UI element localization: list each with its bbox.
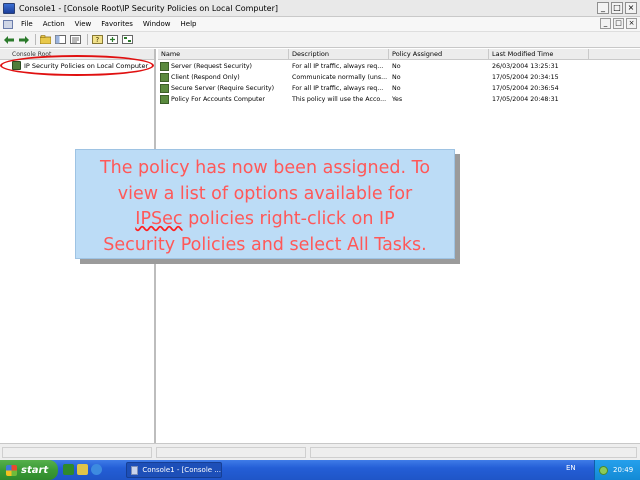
table-row[interactable]: Secure Server (Require Security) For all… bbox=[158, 83, 640, 94]
menu-help[interactable]: Help bbox=[176, 20, 202, 28]
child-minimize-button[interactable]: _ bbox=[600, 18, 611, 29]
toolbar-separator bbox=[87, 34, 88, 45]
cell-policy-assigned: No bbox=[392, 74, 401, 81]
callout-ipsec-word: IPSec bbox=[135, 209, 183, 229]
cell-name: Server (Request Security) bbox=[171, 63, 253, 70]
cell-last-modified: 17/05/2004 20:34:15 bbox=[492, 74, 559, 81]
menu-window[interactable]: Window bbox=[138, 20, 176, 28]
taskbar-button-console1[interactable]: Console1 - [Console ... bbox=[126, 462, 222, 478]
help-icon[interactable]: ? bbox=[91, 34, 104, 46]
status-segment bbox=[156, 447, 306, 458]
cell-name: Policy For Accounts Computer bbox=[171, 96, 265, 103]
taskbar: start Console1 - [Console ... EN 20:49 bbox=[0, 460, 640, 480]
show-desktop-icon[interactable] bbox=[63, 464, 74, 475]
status-bar bbox=[0, 443, 640, 460]
child-window-controls: _ □ × bbox=[600, 18, 637, 29]
red-highlight-circle bbox=[0, 55, 154, 76]
callout-line-2: view a list of options available for bbox=[117, 183, 413, 204]
cell-last-modified: 17/05/2004 20:48:31 bbox=[492, 96, 559, 103]
cell-name: Client (Respond Only) bbox=[171, 74, 240, 81]
column-header-name[interactable]: Name bbox=[158, 49, 289, 60]
maximize-button[interactable]: □ bbox=[611, 2, 623, 14]
menu-file[interactable]: File bbox=[16, 20, 38, 28]
network-tray-icon[interactable] bbox=[599, 465, 608, 475]
child-close-button[interactable]: × bbox=[626, 18, 637, 29]
task-label: Console1 - [Console ... bbox=[142, 466, 221, 474]
cell-description: Communicate normally (uns... bbox=[292, 74, 388, 81]
start-button[interactable]: start bbox=[0, 460, 58, 480]
windows-explorer-icon[interactable] bbox=[77, 464, 88, 475]
up-folder-icon[interactable] bbox=[39, 34, 52, 46]
callout-line-4: Security Policies and select All Tasks. bbox=[103, 234, 427, 255]
cell-policy-assigned: No bbox=[392, 63, 401, 70]
status-segment bbox=[310, 447, 637, 458]
back-icon[interactable] bbox=[2, 34, 15, 46]
windows-logo-icon bbox=[6, 464, 17, 476]
export-list-icon[interactable] bbox=[69, 34, 82, 46]
table-row[interactable]: Client (Respond Only) Communicate normal… bbox=[158, 72, 640, 83]
system-tray: 20:49 bbox=[594, 460, 640, 480]
start-label: start bbox=[21, 464, 49, 476]
menu-favorites[interactable]: Favorites bbox=[96, 20, 138, 28]
cell-name: Secure Server (Require Security) bbox=[171, 85, 275, 92]
cell-description: For all IP traffic, always req... bbox=[292, 63, 384, 70]
tutorial-callout: The policy has now been assigned. To vie… bbox=[75, 149, 455, 259]
list-header: Name Description Policy Assigned Last Mo… bbox=[158, 49, 640, 60]
column-header-filler bbox=[589, 49, 640, 60]
cell-description: This policy will use the Acco... bbox=[292, 96, 387, 103]
window-title: Console1 - [Console Root\IP Security Pol… bbox=[19, 3, 278, 13]
console-menu-icon[interactable] bbox=[3, 19, 13, 29]
clock[interactable]: 20:49 bbox=[613, 466, 633, 474]
manage-filters-icon[interactable] bbox=[121, 34, 134, 46]
internet-explorer-icon[interactable] bbox=[91, 464, 102, 475]
column-header-last-modified[interactable]: Last Modified Time bbox=[489, 49, 589, 60]
toolbar-separator bbox=[35, 34, 36, 45]
window-controls: _ □ × bbox=[597, 2, 637, 14]
cell-description: For all IP traffic, always req... bbox=[292, 85, 384, 92]
cell-policy-assigned: No bbox=[392, 85, 401, 92]
callout-line-3: IPSec policies right-click on IP bbox=[82, 207, 448, 233]
show-hide-tree-icon[interactable] bbox=[54, 34, 67, 46]
callout-line-3-rest: policies right-click on IP bbox=[182, 209, 395, 229]
mmc-app-icon[interactable] bbox=[3, 2, 15, 14]
menu-action[interactable]: Action bbox=[38, 20, 70, 28]
language-indicator[interactable]: EN bbox=[566, 464, 576, 472]
forward-icon[interactable] bbox=[17, 34, 30, 46]
create-policy-icon[interactable] bbox=[106, 34, 119, 46]
status-segment bbox=[2, 447, 152, 458]
menu-bar: File Action View Favorites Window Help _… bbox=[0, 17, 640, 32]
toolbar: ? bbox=[0, 32, 640, 48]
close-button[interactable]: × bbox=[625, 2, 637, 14]
column-header-policy-assigned[interactable]: Policy Assigned bbox=[389, 49, 489, 60]
child-restore-button[interactable]: □ bbox=[613, 18, 624, 29]
console-task-icon bbox=[131, 465, 139, 475]
title-bar: Console1 - [Console Root\IP Security Pol… bbox=[0, 0, 640, 17]
cell-last-modified: 26/03/2004 13:25:31 bbox=[492, 63, 559, 70]
table-row[interactable]: Server (Request Security) For all IP tra… bbox=[158, 61, 640, 72]
table-row[interactable]: Policy For Accounts Computer This policy… bbox=[158, 94, 640, 105]
cell-policy-assigned: Yes bbox=[392, 96, 403, 103]
svg-text:?: ? bbox=[96, 36, 100, 44]
cell-last-modified: 17/05/2004 20:36:54 bbox=[492, 85, 559, 92]
column-header-description[interactable]: Description bbox=[289, 49, 389, 60]
minimize-button[interactable]: _ bbox=[597, 2, 609, 14]
callout-line-1: The policy has now been assigned. To bbox=[99, 158, 431, 178]
menu-view[interactable]: View bbox=[70, 20, 97, 28]
